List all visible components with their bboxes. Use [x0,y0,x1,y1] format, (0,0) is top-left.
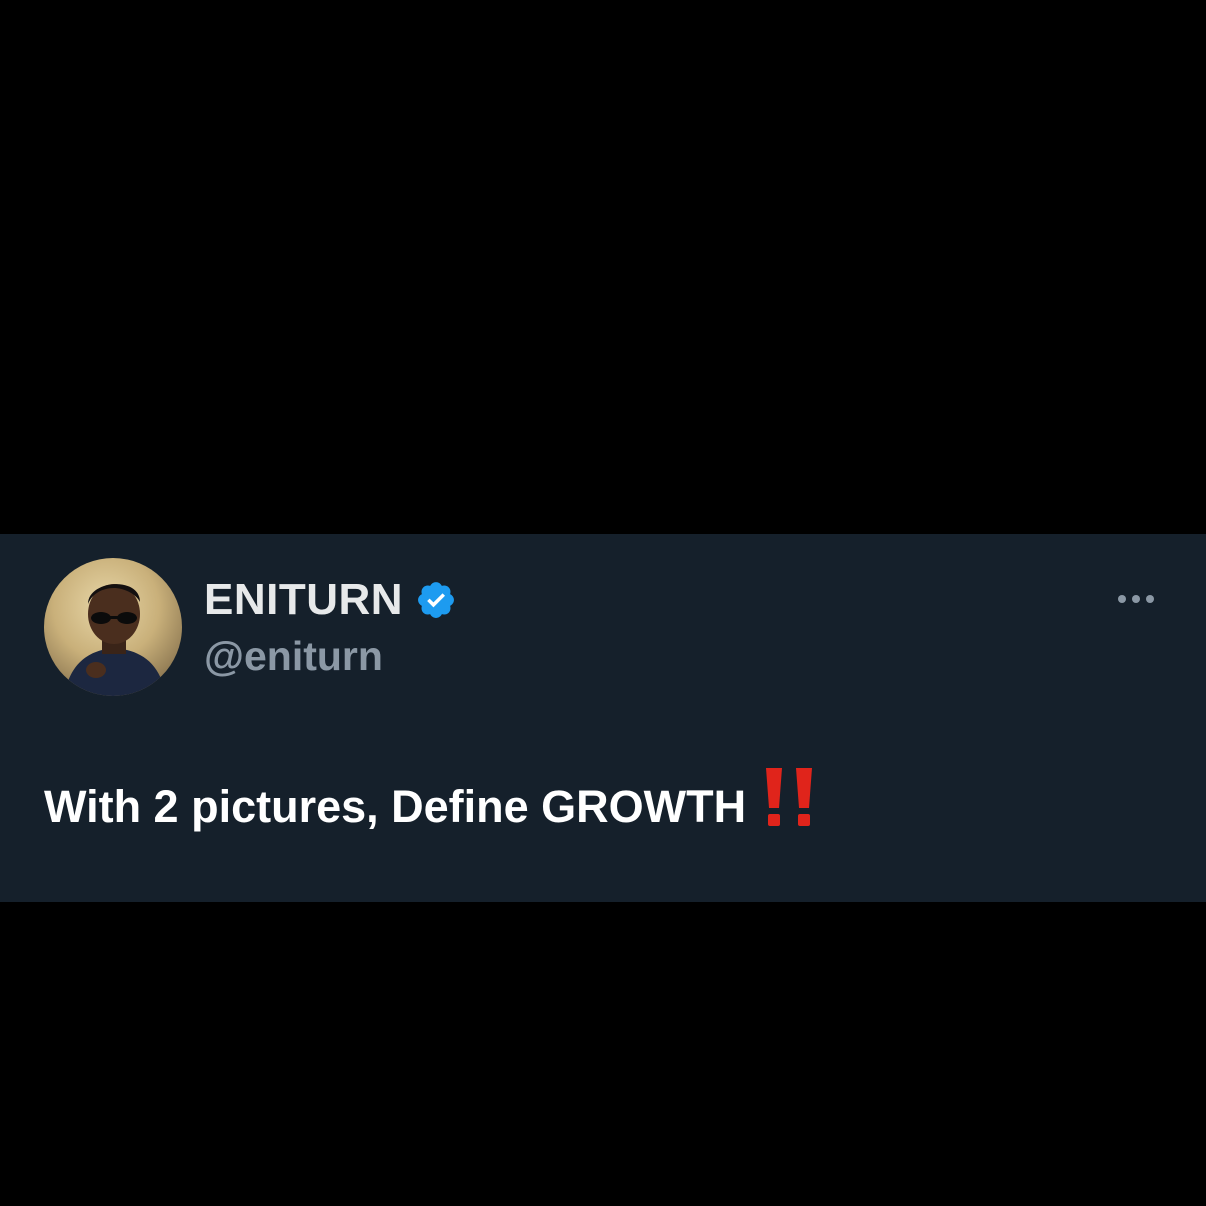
display-name[interactable]: ENITURN [204,574,403,626]
avatar[interactable] [44,558,182,696]
more-options-button[interactable] [1110,584,1162,614]
handle[interactable]: @eniturn [204,630,383,682]
profile-photo-icon [64,584,166,696]
more-horizontal-icon-dot [1146,595,1154,603]
tweet-card[interactable]: ENITURN @eniturn With 2 pictures, Define… [0,534,1206,902]
verified-badge-icon[interactable] [415,579,457,621]
double-exclamation-mark-icon [760,766,820,828]
tweet-text-container: With 2 pictures, Define GROWTH [44,766,820,845]
more-horizontal-icon-dot [1132,595,1140,603]
tweet-text: With 2 pictures, Define GROWTH [44,781,747,832]
author-name-row: ENITURN [204,574,457,626]
more-horizontal-icon [1118,595,1126,603]
